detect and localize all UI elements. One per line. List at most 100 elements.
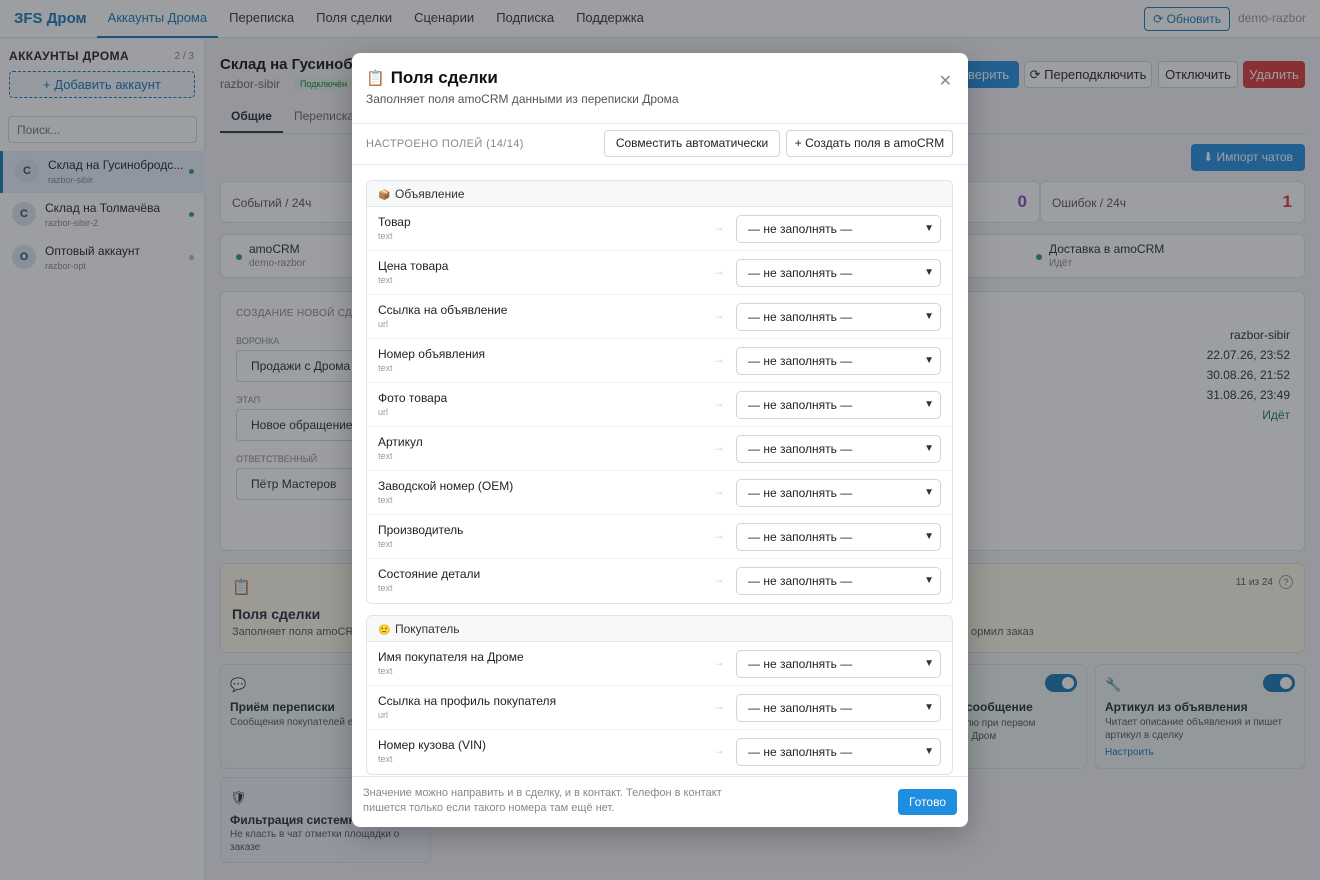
field-row: Заводской номер (OEM) text → — не заполнять… bbox=[367, 471, 952, 515]
field-row: Цена товара text → — не заполнять — ▼ bbox=[367, 251, 952, 295]
modal-title: 📋 Поля сделки bbox=[366, 68, 498, 88]
select-value: — не заполнять — bbox=[748, 701, 853, 715]
field-name: Производитель bbox=[378, 523, 464, 537]
field-row: Артикул text → — не заполнять — ▼ bbox=[367, 427, 952, 471]
field-name: Номер объявления bbox=[378, 347, 486, 361]
field-select[interactable]: — не заполнять — ▼ bbox=[736, 650, 941, 678]
field-type: text bbox=[378, 754, 393, 764]
select-value: — не заполнять — bbox=[748, 657, 853, 671]
footer-note: Значение можно направить и в сделку, и в… bbox=[363, 787, 722, 814]
chevron-down-icon: ▼ bbox=[924, 355, 934, 366]
arrow-right-icon: → bbox=[713, 484, 725, 498]
arrow-right-icon: → bbox=[713, 396, 725, 410]
field-type: url bbox=[378, 710, 389, 720]
field-type: text bbox=[378, 495, 393, 505]
field-type: text bbox=[378, 451, 393, 461]
field-name: Ссылка на объявление bbox=[378, 303, 508, 317]
field-row: Ссылка на профиль покупателя url → — не зап… bbox=[367, 686, 952, 730]
select-value: — не заполнять — bbox=[748, 310, 853, 324]
chevron-down-icon: ▼ bbox=[924, 399, 934, 410]
field-select[interactable]: — не заполнять — ▼ bbox=[736, 738, 941, 766]
field-name: Товар bbox=[378, 215, 411, 229]
clipboard-icon: 📋 bbox=[366, 70, 385, 87]
arrow-right-icon: → bbox=[713, 699, 725, 713]
chevron-down-icon: ▼ bbox=[924, 267, 934, 278]
field-row: Ссылка на объявление url → — не заполнять —… bbox=[367, 295, 952, 339]
field-type: url bbox=[378, 319, 389, 329]
group-buyer: 🙂 Покупатель Имя покупателя на Дроме text →… bbox=[366, 615, 953, 775]
arrow-right-icon: → bbox=[713, 264, 725, 278]
field-name: Номер кузова (VIN) bbox=[378, 738, 486, 752]
arrow-right-icon: → bbox=[713, 220, 725, 234]
field-select[interactable]: — не заполнять — ▼ bbox=[736, 479, 941, 507]
chevron-down-icon: ▼ bbox=[924, 443, 934, 454]
field-type: text bbox=[378, 666, 393, 676]
done-button[interactable]: Готово bbox=[898, 789, 957, 815]
select-value: — не заполнять — bbox=[748, 745, 853, 759]
modal-toolbar: НАСТРОЕНО ПОЛЕЙ (14/14) Совместить автом… bbox=[352, 123, 968, 165]
field-name: Цена товара bbox=[378, 259, 449, 273]
field-row: Имя покупателя на Дроме text → — не заполня… bbox=[367, 642, 952, 686]
field-name: Состояние детали bbox=[378, 567, 481, 581]
field-select[interactable]: — не заполнять — ▼ bbox=[736, 567, 941, 595]
field-name: Заводской номер (OEM) bbox=[378, 479, 514, 493]
select-value: — не заполнять — bbox=[748, 354, 853, 368]
select-value: — не заполнять — bbox=[748, 574, 853, 588]
field-select[interactable]: — не заполнять — ▼ bbox=[736, 523, 941, 551]
chevron-down-icon: ▼ bbox=[924, 746, 934, 757]
chevron-down-icon: ▼ bbox=[924, 575, 934, 586]
select-value: — не заполнять — bbox=[748, 442, 853, 456]
chevron-down-icon: ▼ bbox=[924, 223, 934, 234]
field-select[interactable]: — не заполнять — ▼ bbox=[736, 215, 941, 243]
select-value: — не заполнять — bbox=[748, 530, 853, 544]
group-title: Покупатель bbox=[395, 622, 460, 636]
field-row: Номер кузова (VIN) text → — не заполнять — ▼ bbox=[367, 730, 952, 774]
box-icon: 📦 bbox=[378, 190, 391, 201]
select-value: — не заполнять — bbox=[748, 266, 853, 280]
arrow-right-icon: → bbox=[713, 308, 725, 322]
field-select[interactable]: — не заполнять — ▼ bbox=[736, 347, 941, 375]
field-row: Производитель text → — не заполнять — ▼ bbox=[367, 515, 952, 559]
select-value: — не заполнять — bbox=[748, 398, 853, 412]
field-select[interactable]: — не заполнять — ▼ bbox=[736, 259, 941, 287]
field-select[interactable]: — не заполнять — ▼ bbox=[736, 303, 941, 331]
field-name: Имя покупателя на Дроме bbox=[378, 650, 524, 664]
field-type: url bbox=[378, 407, 389, 417]
modal-footer: Значение можно направить и в сделку, и в… bbox=[352, 776, 968, 827]
chevron-down-icon: ▼ bbox=[924, 658, 934, 669]
close-icon[interactable]: ✕ bbox=[939, 71, 952, 91]
field-select[interactable]: — не заполнять — ▼ bbox=[736, 694, 941, 722]
chevron-down-icon: ▼ bbox=[924, 531, 934, 542]
group-title: Объявление bbox=[395, 187, 465, 201]
field-type: text bbox=[378, 539, 393, 549]
field-row: Номер объявления text → — не заполнять — ▼ bbox=[367, 339, 952, 383]
chevron-down-icon: ▼ bbox=[924, 311, 934, 322]
field-type: text bbox=[378, 231, 393, 241]
configured-count: НАСТРОЕНО ПОЛЕЙ (14/14) bbox=[366, 138, 524, 150]
deal-fields-modal: 📋 Поля сделки Заполняет поля amoCRM данны… bbox=[352, 53, 968, 827]
field-row: Состояние детали text → — не заполнять — ▼ bbox=[367, 559, 952, 603]
arrow-right-icon: → bbox=[713, 572, 725, 586]
arrow-right-icon: → bbox=[713, 655, 725, 669]
select-value: — не заполнять — bbox=[748, 222, 853, 236]
fields-list[interactable]: 📦 Объявление Товар text → — не заполнять — ▼ … bbox=[352, 165, 968, 776]
field-select[interactable]: — не заполнять — ▼ bbox=[736, 391, 941, 419]
field-type: text bbox=[378, 583, 393, 593]
chevron-down-icon: ▼ bbox=[924, 702, 934, 713]
group-header: 📦 Объявление bbox=[367, 181, 952, 207]
chevron-down-icon: ▼ bbox=[924, 487, 934, 498]
select-value: — не заполнять — bbox=[748, 486, 853, 500]
field-name: Ссылка на профиль покупателя bbox=[378, 694, 557, 708]
group-listing: 📦 Объявление Товар text → — не заполнять — ▼ … bbox=[366, 180, 953, 604]
field-select[interactable]: — не заполнять — ▼ bbox=[736, 435, 941, 463]
field-name: Артикул bbox=[378, 435, 423, 449]
field-type: text bbox=[378, 275, 393, 285]
arrow-right-icon: → bbox=[713, 440, 725, 454]
smile-icon: 🙂 bbox=[378, 625, 391, 636]
field-row: Товар text → — не заполнять — ▼ bbox=[367, 207, 952, 251]
group-header: 🙂 Покупатель bbox=[367, 616, 952, 642]
arrow-right-icon: → bbox=[713, 743, 725, 757]
create-fields-button[interactable]: + Создать поля в amoCRM bbox=[786, 130, 953, 157]
field-row: Фото товара url → — не заполнять — ▼ bbox=[367, 383, 952, 427]
auto-match-button[interactable]: Совместить автоматически bbox=[604, 130, 780, 157]
